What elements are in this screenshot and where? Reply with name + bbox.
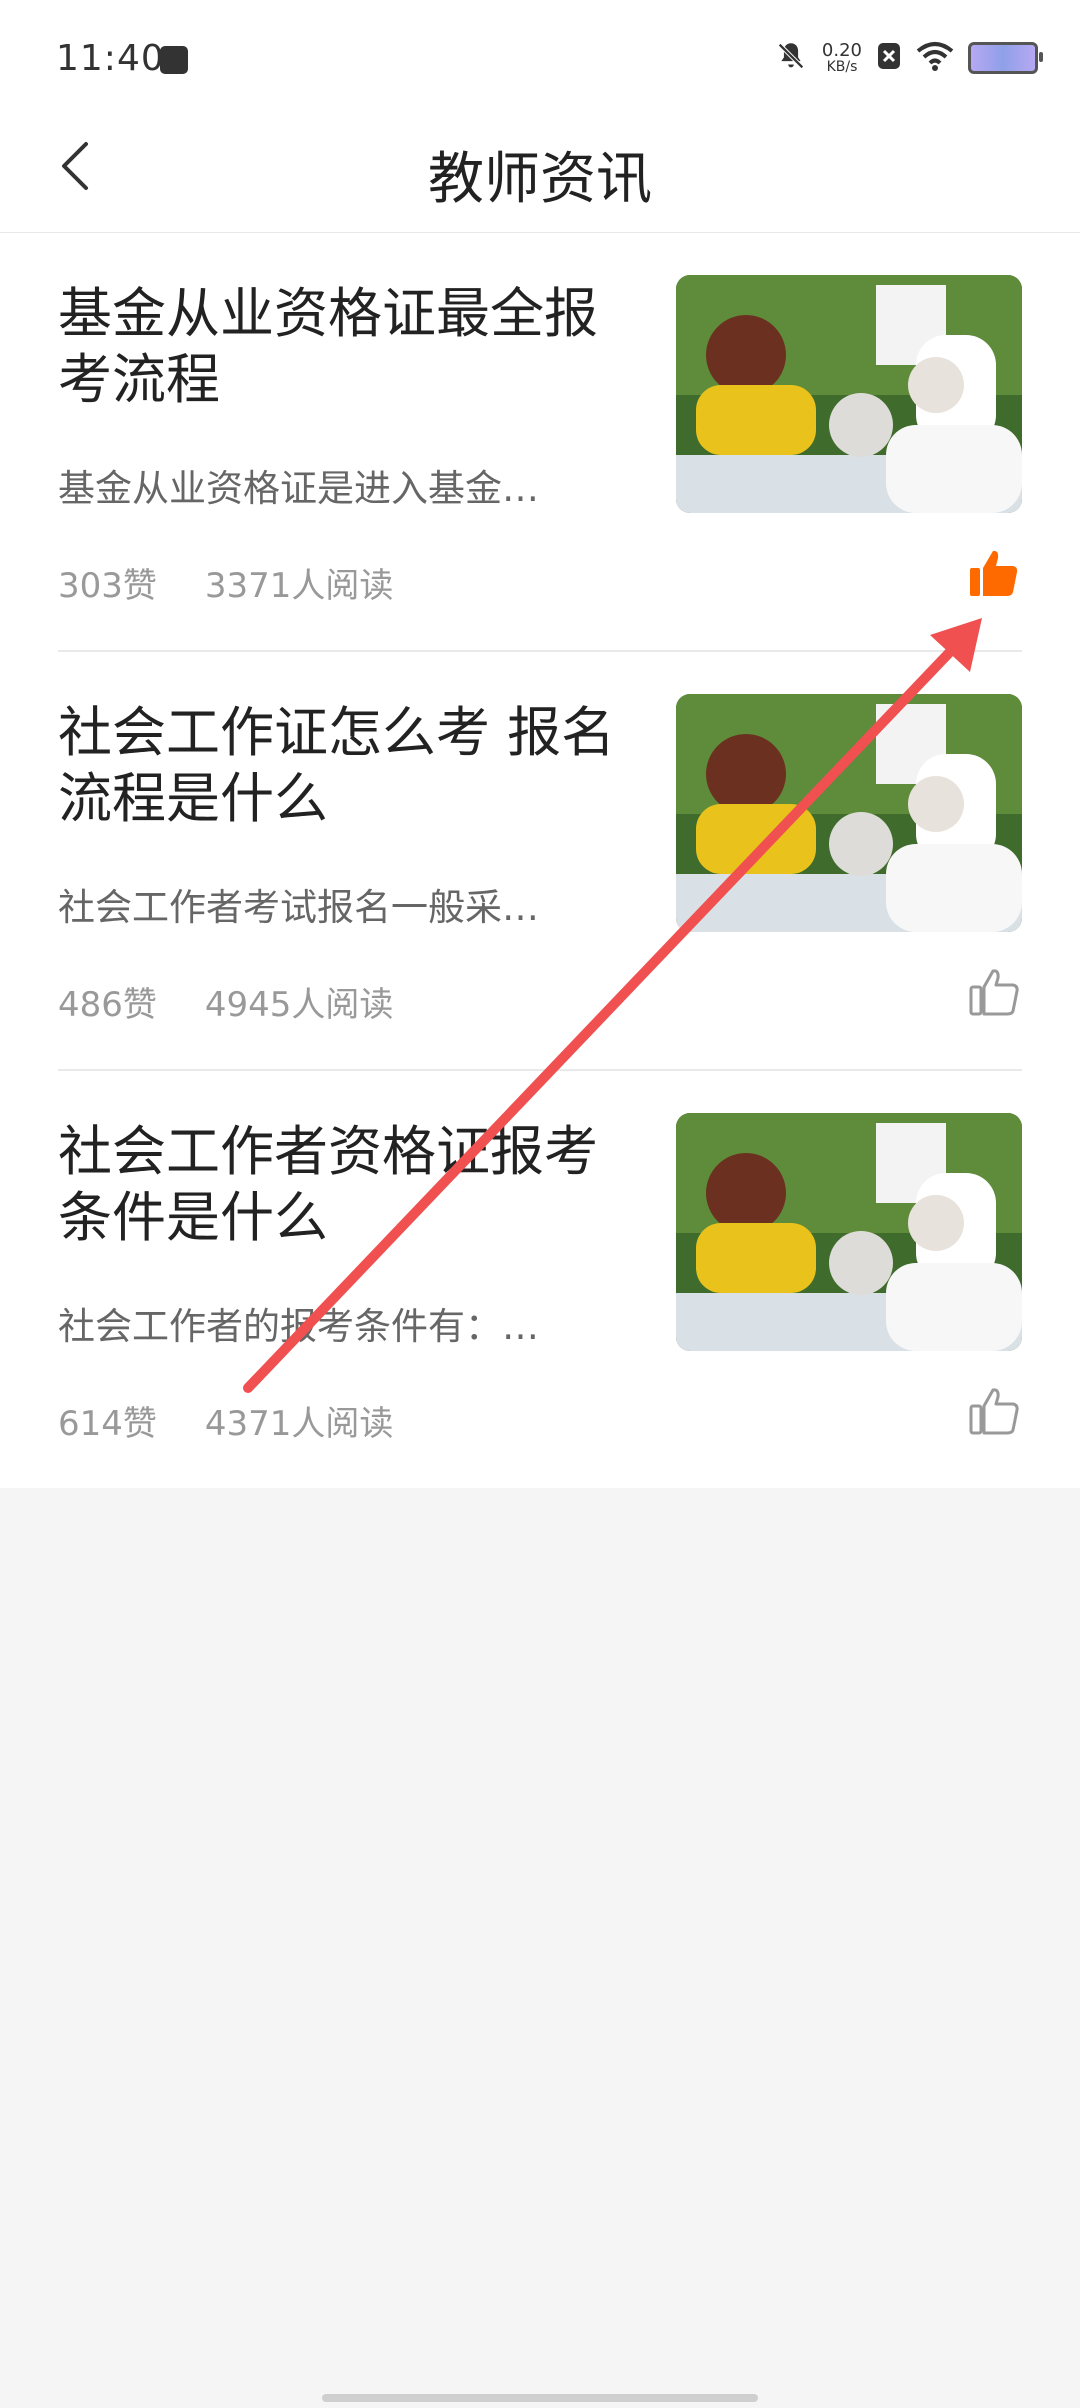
article-meta: 486赞 4945人阅读 [58,977,393,1026]
like-button[interactable] [966,1383,1022,1439]
article-thumbnail[interactable] [676,694,1022,932]
status-time: 11:40 [56,38,165,79]
network-speed-unit: KB/s [826,59,858,75]
thumbnail-photo [676,275,1022,513]
article-title[interactable]: 基金从业资格证最全报考流程 [58,281,618,413]
thumbnail-photo [676,1113,1022,1351]
sim-off-icon [876,41,902,75]
wifi-icon [916,41,954,75]
article-meta: 303赞 3371人阅读 [58,558,393,607]
network-speed: 0.20 KB/s [821,40,862,75]
like-button[interactable] [966,545,1022,601]
article-item[interactable]: 社会工作者资格证报考条件是什么 社会工作者的报考条件有：… 614赞 4371人… [58,1071,1022,1488]
read-count: 3371人阅读 [204,566,394,606]
title-bar: 教师资讯 [0,100,1080,233]
notification-app-icon [160,46,188,74]
like-count: 486赞 [58,985,157,1025]
thumbs-up-outline-icon [969,969,1019,1016]
thumbs-up-filled-icon [970,550,1018,596]
home-indicator[interactable] [322,2394,758,2402]
network-speed-value: 0.20 [821,40,862,61]
thumbnail-photo [676,694,1022,932]
article-title[interactable]: 社会工作证怎么考 报名流程是什么 [58,700,618,832]
article-thumbnail[interactable] [676,1113,1022,1351]
read-count: 4945人阅读 [204,985,394,1025]
article-summary: 基金从业资格证是进入基金… [58,467,539,510]
read-count: 4371人阅读 [204,1404,394,1444]
article-meta: 614赞 4371人阅读 [58,1396,393,1445]
article-list: 基金从业资格证最全报考流程 基金从业资格证是进入基金… 303赞 3371人阅读 [0,233,1080,1488]
article-item[interactable]: 基金从业资格证最全报考流程 基金从业资格证是进入基金… 303赞 3371人阅读 [58,233,1022,652]
article-thumbnail[interactable] [676,275,1022,513]
status-bar: 11:40 0.20 KB/s [0,0,1080,100]
battery-icon [968,42,1043,74]
page-title: 教师资讯 [428,147,652,212]
like-count: 614赞 [58,1404,157,1444]
article-title[interactable]: 社会工作者资格证报考条件是什么 [58,1119,618,1251]
mute-bell-icon [774,39,808,77]
like-button[interactable] [966,964,1022,1020]
status-icons: 0.20 KB/s [774,38,1043,78]
thumbs-up-outline-icon [969,1388,1019,1435]
like-count: 303赞 [58,566,157,606]
article-summary: 社会工作者考试报名一般采… [58,886,539,929]
article-item[interactable]: 社会工作证怎么考 报名流程是什么 社会工作者考试报名一般采… 486赞 4945… [58,652,1022,1071]
article-summary: 社会工作者的报考条件有：… [58,1305,539,1348]
